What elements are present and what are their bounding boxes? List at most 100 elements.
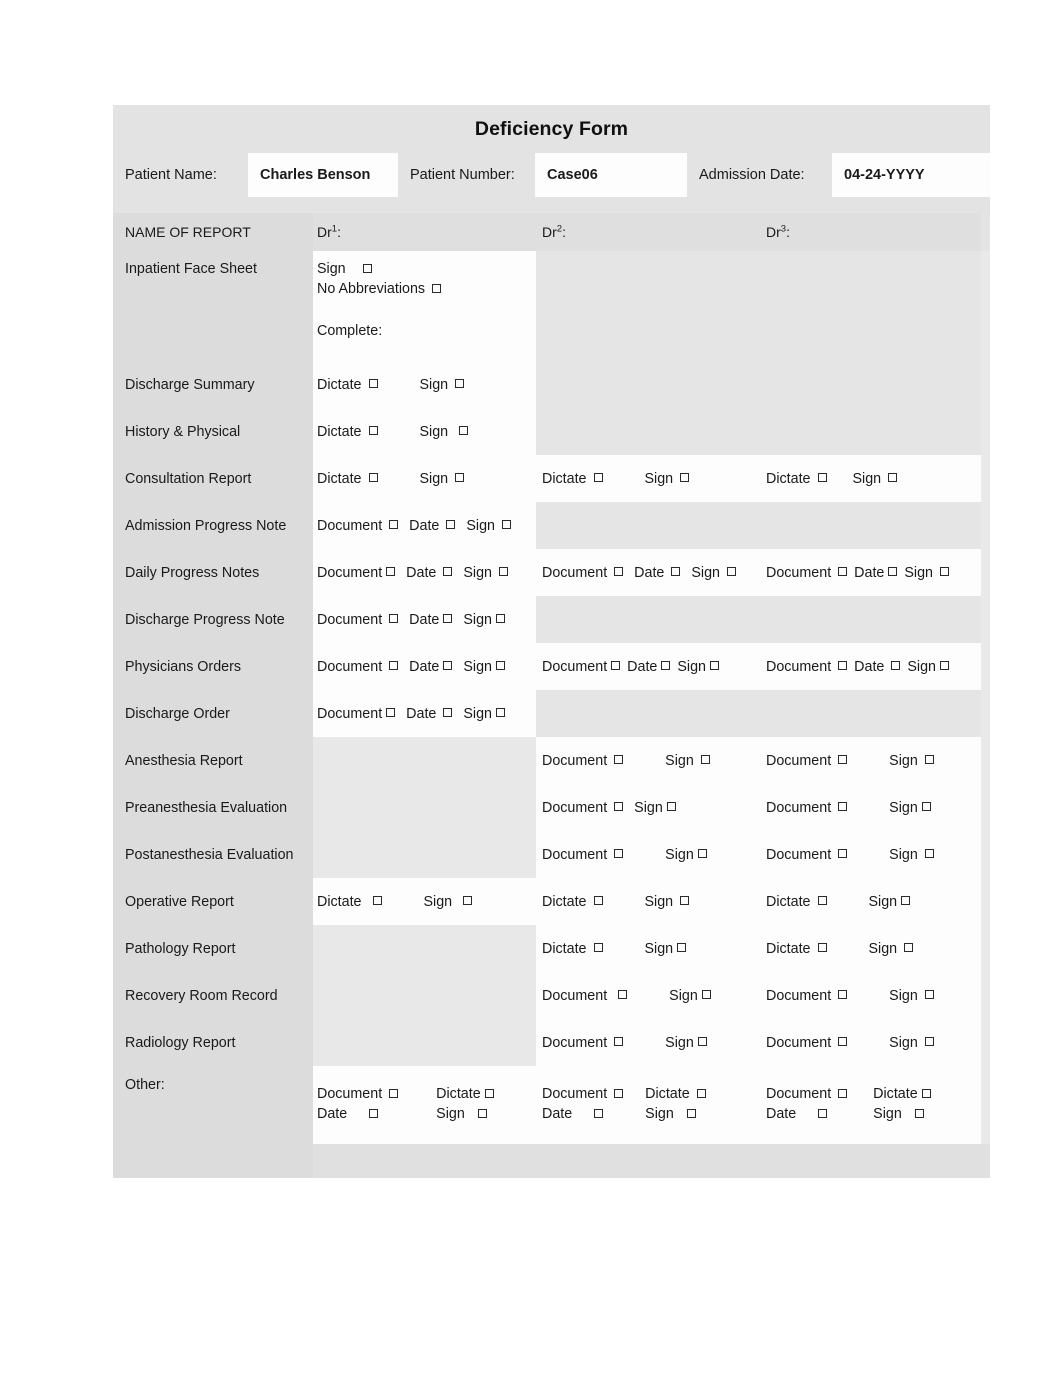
- option-dictate[interactable]: Dictate: [436, 1086, 494, 1102]
- checkbox-sign[interactable]: [888, 473, 898, 482]
- option-dictate[interactable]: Dictate: [317, 424, 378, 440]
- checkbox-document[interactable]: [389, 520, 399, 529]
- checkbox-document[interactable]: [838, 755, 848, 764]
- checkbox-sign[interactable]: [914, 1108, 924, 1118]
- option-document[interactable]: Document: [542, 659, 621, 675]
- option-date[interactable]: Date: [317, 1106, 398, 1122]
- checkbox-date[interactable]: [891, 661, 901, 670]
- option-document[interactable]: Document: [542, 800, 624, 816]
- checkbox-sign[interactable]: [496, 661, 505, 670]
- option-document[interactable]: Document: [542, 847, 624, 863]
- option-document[interactable]: Document: [317, 1086, 399, 1102]
- checkbox-document[interactable]: [838, 567, 848, 576]
- option-sign[interactable]: Sign: [317, 259, 536, 279]
- checkbox-dictate[interactable]: [372, 896, 382, 905]
- option-date[interactable]: Date: [409, 518, 456, 534]
- option-dictate[interactable]: Dictate: [317, 377, 378, 393]
- option-sign[interactable]: Sign: [853, 471, 898, 487]
- checkbox-date[interactable]: [661, 661, 671, 670]
- checkbox-date[interactable]: [594, 1108, 604, 1118]
- checkbox-dictate[interactable]: [368, 473, 378, 482]
- checkbox-document[interactable]: [614, 755, 624, 764]
- option-sign[interactable]: Sign: [889, 988, 934, 1004]
- checkbox-sign[interactable]: [666, 802, 676, 811]
- checkbox-sign[interactable]: [502, 520, 511, 529]
- option-sign[interactable]: Sign: [424, 894, 473, 910]
- checkbox-document[interactable]: [389, 1088, 399, 1098]
- option-document[interactable]: Document: [317, 659, 399, 675]
- option-document[interactable]: Document: [766, 1086, 848, 1102]
- checkbox-document[interactable]: [614, 802, 624, 811]
- checkbox-dictate[interactable]: [817, 896, 827, 905]
- checkbox-date[interactable]: [443, 614, 453, 623]
- option-sign[interactable]: Sign: [645, 1106, 706, 1122]
- option-dictate[interactable]: Dictate: [766, 894, 827, 910]
- checkbox-dictate[interactable]: [368, 379, 378, 388]
- option-dictate[interactable]: Dictate: [542, 471, 603, 487]
- checkbox-date[interactable]: [671, 567, 681, 576]
- option-document[interactable]: Document: [317, 518, 399, 534]
- option-dictate[interactable]: Dictate: [317, 894, 382, 910]
- option-document[interactable]: Document: [542, 1086, 624, 1102]
- option-date[interactable]: Date: [766, 1106, 847, 1122]
- checkbox-sign[interactable]: [904, 943, 914, 952]
- checkbox-no-abbreviations[interactable]: [432, 284, 442, 294]
- option-date[interactable]: Date: [542, 1106, 623, 1122]
- checkbox-document[interactable]: [838, 1088, 848, 1098]
- option-sign[interactable]: Sign: [634, 800, 676, 816]
- checkbox-sign[interactable]: [677, 943, 687, 952]
- option-document[interactable]: Document: [542, 753, 624, 769]
- option-sign[interactable]: Sign: [665, 1035, 707, 1051]
- checkbox-document[interactable]: [614, 1088, 624, 1098]
- checkbox-document[interactable]: [614, 567, 624, 576]
- checkbox-sign[interactable]: [921, 802, 931, 811]
- checkbox-date[interactable]: [443, 661, 453, 670]
- option-sign[interactable]: Sign: [645, 471, 690, 487]
- option-sign[interactable]: Sign: [420, 424, 469, 440]
- option-document[interactable]: Document: [766, 800, 848, 816]
- checkbox-sign[interactable]: [701, 990, 711, 999]
- option-sign[interactable]: Sign: [463, 565, 508, 581]
- option-dictate[interactable]: Dictate: [317, 471, 378, 487]
- checkbox-document[interactable]: [838, 802, 848, 811]
- patient-name-value[interactable]: Charles Benson: [248, 153, 398, 197]
- option-document[interactable]: Document: [766, 753, 848, 769]
- checkbox-document[interactable]: [389, 614, 399, 623]
- option-document[interactable]: Document: [766, 847, 848, 863]
- checkbox-sign[interactable]: [710, 661, 719, 670]
- option-document[interactable]: Document: [542, 988, 628, 1004]
- option-sign[interactable]: Sign: [463, 659, 505, 675]
- checkbox-sign[interactable]: [924, 849, 934, 858]
- checkbox-sign[interactable]: [496, 708, 505, 717]
- option-sign[interactable]: Sign: [869, 941, 914, 957]
- checkbox-date[interactable]: [443, 567, 453, 576]
- option-dictate[interactable]: Dictate: [766, 471, 827, 487]
- patient-number-value[interactable]: Case06: [535, 153, 687, 197]
- option-sign[interactable]: Sign: [889, 753, 934, 769]
- option-sign[interactable]: Sign: [436, 1106, 494, 1122]
- option-sign[interactable]: Sign: [889, 1035, 934, 1051]
- option-date[interactable]: Date: [409, 659, 453, 675]
- checkbox-sign[interactable]: [924, 990, 934, 999]
- checkbox-dictate[interactable]: [817, 943, 827, 952]
- option-date[interactable]: Date: [406, 565, 453, 581]
- option-document[interactable]: Document: [766, 565, 848, 581]
- option-date[interactable]: Date: [406, 706, 453, 722]
- checkbox-date[interactable]: [369, 1108, 379, 1118]
- checkbox-dictate[interactable]: [696, 1088, 706, 1098]
- checkbox-dictate[interactable]: [593, 943, 603, 952]
- checkbox-date[interactable]: [888, 567, 898, 576]
- checkbox-dictate[interactable]: [593, 473, 603, 482]
- option-document[interactable]: Document: [542, 1035, 624, 1051]
- option-date[interactable]: Date: [854, 565, 898, 581]
- checkbox-sign[interactable]: [455, 473, 465, 482]
- checkbox-dictate[interactable]: [921, 1088, 931, 1098]
- option-sign[interactable]: Sign: [669, 988, 711, 1004]
- option-document[interactable]: Document: [542, 565, 624, 581]
- checkbox-document[interactable]: [389, 661, 399, 670]
- option-document[interactable]: Document: [766, 1035, 848, 1051]
- checkbox-document[interactable]: [611, 661, 621, 670]
- checkbox-document[interactable]: [838, 849, 848, 858]
- checkbox-document[interactable]: [386, 567, 396, 576]
- checkbox-sign[interactable]: [463, 896, 473, 905]
